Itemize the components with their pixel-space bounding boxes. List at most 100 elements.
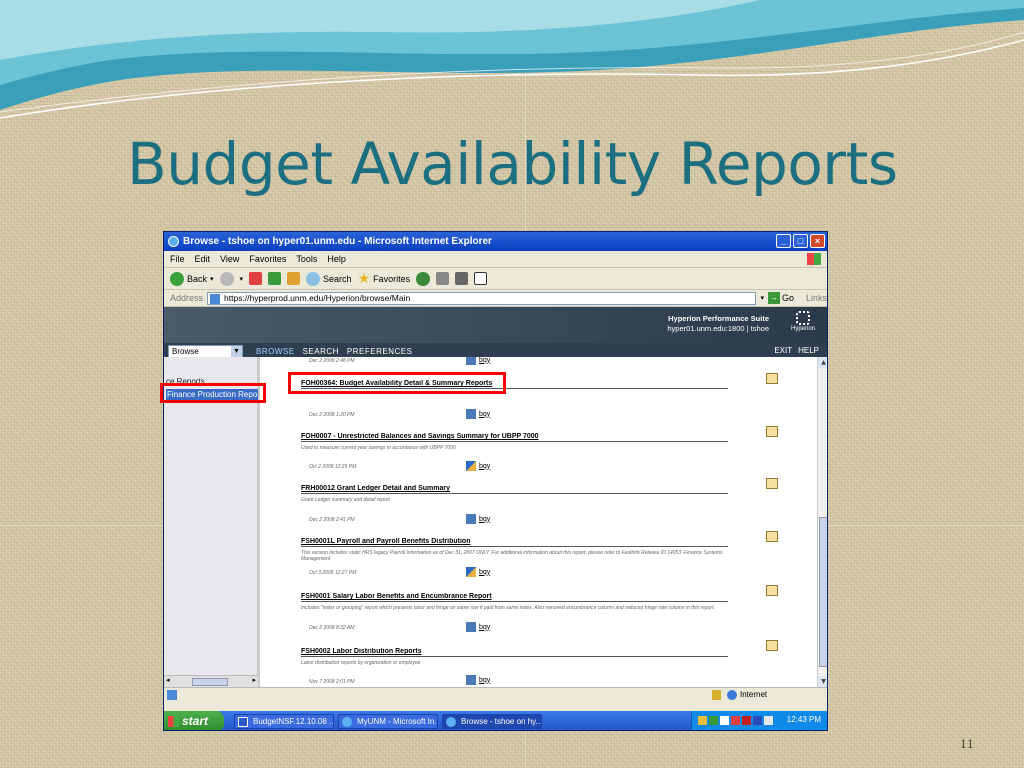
slide-page-number: 11 [960,738,974,751]
volume-icon[interactable] [764,716,773,725]
search-button[interactable]: Search [306,271,352,286]
report-list-scrollbar[interactable]: ▲ ▼ [817,357,827,687]
taskbar-item[interactable]: Browse - tshoe on hy... [442,714,542,729]
scrollbar-thumb[interactable] [192,678,228,686]
menu-help[interactable]: Help [327,254,346,264]
scroll-right-icon[interactable]: ▸ [252,676,256,684]
tray-icon[interactable] [731,716,740,725]
report-list: Dec 2 2008 2:48 PM bqy FOH00364: Budget … [261,357,817,687]
address-dropdown-icon[interactable]: ▾ [760,294,764,302]
scroll-down-icon[interactable]: ▼ [818,676,827,687]
taskbar-item[interactable]: MyUNM - Microsoft In... [338,714,438,729]
report-link[interactable]: bqy [466,675,490,685]
tree-horizontal-scrollbar[interactable]: ◂ ▸ [164,675,258,687]
report-properties-icon[interactable] [766,426,778,437]
go-button[interactable]: → Go [767,292,794,304]
highlight-box-report [288,372,506,394]
report-properties-icon[interactable] [766,478,778,489]
nav-search[interactable]: SEARCH [303,347,339,356]
taskbar-item[interactable]: BudgetNSF.12.10.08 ... [234,714,334,729]
address-input[interactable]: https://hyperprod.unm.edu/Hyperion/brows… [207,291,757,305]
report-date: Dec 2 2008 1:20 PM [309,412,355,418]
star-icon: ★ [357,270,371,286]
menu-file[interactable]: File [170,254,185,264]
tray-icon[interactable] [753,716,762,725]
back-button[interactable]: Back ▾ [170,271,214,286]
nav-preferences[interactable]: PREFERENCES [347,347,413,356]
windows-logo-icon [807,253,821,265]
menu-edit[interactable]: Edit [195,254,211,264]
window-titlebar[interactable]: Browse - tshoe on hyper01.unm.edu - Micr… [164,232,827,251]
close-button[interactable]: × [810,234,825,248]
links-button[interactable]: Links [806,293,827,303]
report-title[interactable]: FSH0001L Payroll and Payroll Benefits Di… [301,538,728,547]
ie-icon [342,717,352,727]
status-bar: Internet [164,687,827,702]
report-title[interactable]: FSH0002 Labor Distribution Reports [301,648,728,657]
report-link[interactable]: bqy [466,622,490,632]
report-properties-icon[interactable] [766,373,778,384]
report-link[interactable]: bqy [466,461,490,471]
report-description: This version includes static HRS legacy … [301,550,723,562]
suite-info: Hyperion Performance Suite hyper01.unm.e… [667,314,769,333]
report-entry: FSH0002 Labor Distribution Reports Labor… [301,648,771,666]
tray-icon[interactable] [709,716,718,725]
minimize-button[interactable]: _ [776,234,791,248]
window-title: Browse - tshoe on hyper01.unm.edu - Micr… [183,236,492,247]
history-icon[interactable] [416,271,431,286]
report-link[interactable]: bqy [466,514,490,524]
bqy-icon [466,357,476,365]
report-properties-icon[interactable] [766,585,778,596]
lock-icon [712,690,721,700]
help-link[interactable]: HELP [798,346,819,355]
messenger-icon[interactable] [474,272,488,285]
report-entry: FSH0001L Payroll and Payroll Benefits Di… [301,538,771,562]
hyperion-logo: Hyperion [789,311,817,332]
print-icon[interactable] [436,272,450,285]
tray-icon[interactable] [720,716,729,725]
report-link[interactable]: bqy [466,409,490,419]
chevron-down-icon: ▾ [210,275,214,283]
tray-icon[interactable] [698,716,707,725]
bqy-icon [466,567,476,577]
scroll-up-icon[interactable]: ▲ [818,357,827,368]
menu-tools[interactable]: Tools [296,254,317,264]
report-title[interactable]: FSH0001 Salary Labor Benefits and Encumb… [301,593,728,602]
folder-tree: ce Reports Finance Production Repo ◂ ▸ [164,357,258,687]
favorites-button[interactable]: ★ Favorites [358,270,411,287]
menu-favorites[interactable]: Favorites [249,254,286,264]
report-date: Oct 3 2008 12:27 PM [309,570,357,576]
ie-window: Browse - tshoe on hyper01.unm.edu - Micr… [163,231,828,731]
bqy-icon [466,622,476,632]
pane-splitter[interactable] [258,357,260,687]
scroll-left-icon[interactable]: ◂ [166,676,170,684]
highlight-box-folder [160,383,266,403]
exit-link[interactable]: EXIT [774,346,792,355]
bqy-icon [466,461,476,471]
report-title[interactable]: FOH0007 - Unrestricted Balances and Savi… [301,433,728,442]
forward-button[interactable] [219,271,234,286]
ie-icon [446,717,456,727]
report-properties-icon[interactable] [766,531,778,542]
clock: 12:43 PM [786,715,821,724]
report-description: Labor distribution reports by organizati… [301,660,421,666]
globe-icon [727,690,737,700]
report-entry: FRH00012 Grant Ledger Detail and Summary… [301,485,771,503]
report-description: Used to measure current year savings in … [301,445,456,451]
scrollbar-thumb[interactable] [819,517,827,667]
report-title[interactable]: FRH00012 Grant Ledger Detail and Summary [301,485,728,494]
start-button[interactable]: start [164,711,224,730]
tray-icon[interactable] [742,716,751,725]
maximize-button[interactable]: □ [793,234,808,248]
report-link[interactable]: bqy [466,357,490,365]
report-properties-icon[interactable] [766,640,778,651]
edit-icon[interactable] [455,272,469,285]
menu-bar: File Edit View Favorites Tools Help [164,251,827,268]
report-link[interactable]: bqy [466,567,490,577]
home-icon[interactable] [287,272,301,285]
nav-browse[interactable]: BROWSE [256,347,295,356]
refresh-icon[interactable] [268,272,282,285]
stop-icon[interactable] [249,272,263,285]
report-date: Dec 2 2008 2:41 PM [309,517,355,523]
menu-view[interactable]: View [220,254,239,264]
